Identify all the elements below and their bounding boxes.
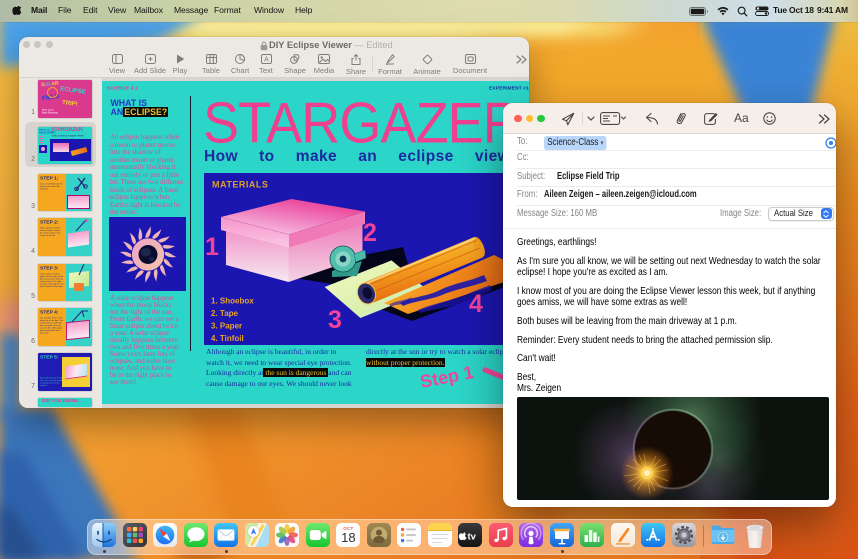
svg-text:A: A	[264, 57, 269, 64]
svg-text:2. Tape: 2. Tape	[211, 309, 239, 318]
svg-text:3: 3	[328, 306, 342, 334]
svg-text:tv: tv	[468, 532, 477, 543]
svg-text:2: 2	[363, 219, 377, 247]
svg-text:4: 4	[469, 290, 483, 318]
svg-text:MATERIALS: MATERIALS	[212, 180, 268, 190]
svg-text:4. Tinfoil: 4. Tinfoil	[211, 334, 244, 343]
svg-text:1: 1	[205, 233, 219, 261]
svg-text:1. Shoebox: 1. Shoebox	[211, 297, 254, 306]
svg-text:3. Paper: 3. Paper	[211, 322, 242, 331]
